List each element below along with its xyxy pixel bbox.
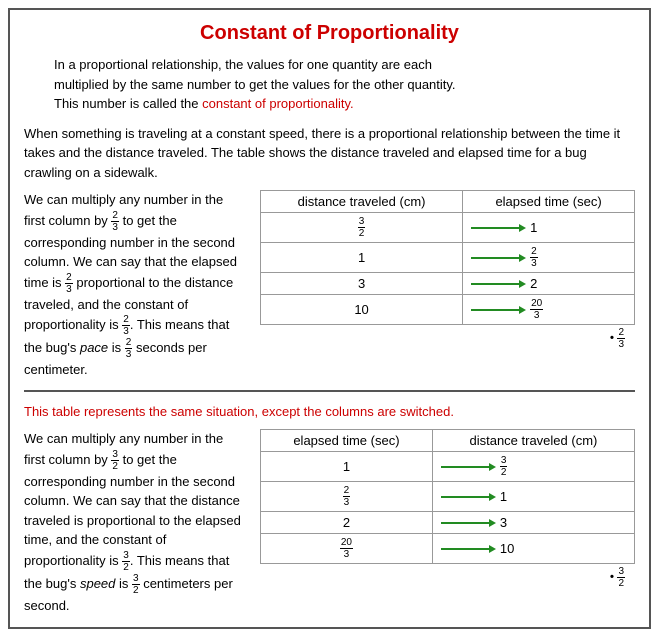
- table1-r1c2: 1: [463, 213, 635, 243]
- table-row: 203 10: [261, 534, 635, 564]
- table1-r3c2: 2: [463, 273, 635, 295]
- table1-r2c2: 23: [463, 243, 635, 273]
- left-text-top: We can multiply any number in the first …: [24, 190, 244, 380]
- table2-r1c2: 32: [432, 452, 634, 482]
- table2-r4c2: 10: [432, 534, 634, 564]
- table-row: 10 203: [261, 295, 635, 325]
- table1-area: distance traveled (cm) elapsed time (sec…: [260, 190, 635, 380]
- table1: distance traveled (cm) elapsed time (sec…: [260, 190, 635, 325]
- body-text: When something is traveling at a constan…: [24, 124, 635, 183]
- arrow-icon: [441, 518, 496, 528]
- section-divider: [24, 390, 635, 392]
- frac-2-3-inline: 23: [111, 210, 119, 233]
- table2-r3c2: 3: [432, 512, 634, 534]
- section2-intro: This table represents the same situation…: [24, 402, 635, 422]
- table2-r3c1: 2: [261, 512, 433, 534]
- table-row: 23 1: [261, 482, 635, 512]
- main-page: Constant of Proportionality In a proport…: [8, 8, 651, 629]
- table2-area: elapsed time (sec) distance traveled (cm…: [260, 429, 635, 615]
- frac-3-2-c: 32: [132, 573, 140, 596]
- table2-r2c2: 1: [432, 482, 634, 512]
- frac-3-2-b: 32: [122, 550, 130, 573]
- frac-2-3-d: 23: [125, 337, 133, 360]
- arrow-icon: [441, 492, 496, 502]
- intro-line3: This number is called the constant of pr…: [54, 94, 635, 114]
- frac-2-3-b: 23: [65, 272, 73, 295]
- table2-r1c1: 1: [261, 452, 433, 482]
- left-text-bottom: We can multiply any number in the first …: [24, 429, 244, 615]
- intro-line2: multiplied by the same number to get the…: [54, 75, 635, 95]
- table1-multiplier: • 23: [260, 327, 635, 350]
- arrow-icon: [471, 279, 526, 289]
- table1-col2-header: elapsed time (sec): [463, 191, 635, 213]
- arrow-icon: [471, 305, 526, 315]
- intro-box: In a proportional relationship, the valu…: [54, 55, 635, 114]
- section-top: We can multiply any number in the first …: [24, 190, 635, 380]
- arrow-icon: [441, 544, 496, 554]
- table2: elapsed time (sec) distance traveled (cm…: [260, 429, 635, 564]
- table1-r3c1: 3: [261, 273, 463, 295]
- table-row: 1 32: [261, 452, 635, 482]
- table-row: 1 23: [261, 243, 635, 273]
- second-section: This table represents the same situation…: [24, 402, 635, 616]
- intro-line1: In a proportional relationship, the valu…: [54, 55, 635, 75]
- frac-3-2-a: 32: [111, 449, 119, 472]
- table2-multiplier: • 32: [260, 566, 635, 589]
- table2-r2c1: 23: [261, 482, 433, 512]
- table1-r2c1: 1: [261, 243, 463, 273]
- arrow-icon: [441, 462, 496, 472]
- table2-r4c1: 203: [261, 534, 433, 564]
- section-bottom: We can multiply any number in the first …: [24, 429, 635, 615]
- frac-2-3-c: 23: [122, 314, 130, 337]
- table-row: 3 2: [261, 273, 635, 295]
- table1-r1c1: 32: [261, 213, 463, 243]
- table2-col2-header: distance traveled (cm): [432, 430, 634, 452]
- table1-col1-header: distance traveled (cm): [261, 191, 463, 213]
- table1-r4c2: 203: [463, 295, 635, 325]
- arrow-icon: [471, 223, 526, 233]
- table2-col1-header: elapsed time (sec): [261, 430, 433, 452]
- page-title: Constant of Proportionality: [24, 22, 635, 45]
- table-row: 2 3: [261, 512, 635, 534]
- arrow-icon: [471, 253, 526, 263]
- table-row: 32 1: [261, 213, 635, 243]
- table1-r4c1: 10: [261, 295, 463, 325]
